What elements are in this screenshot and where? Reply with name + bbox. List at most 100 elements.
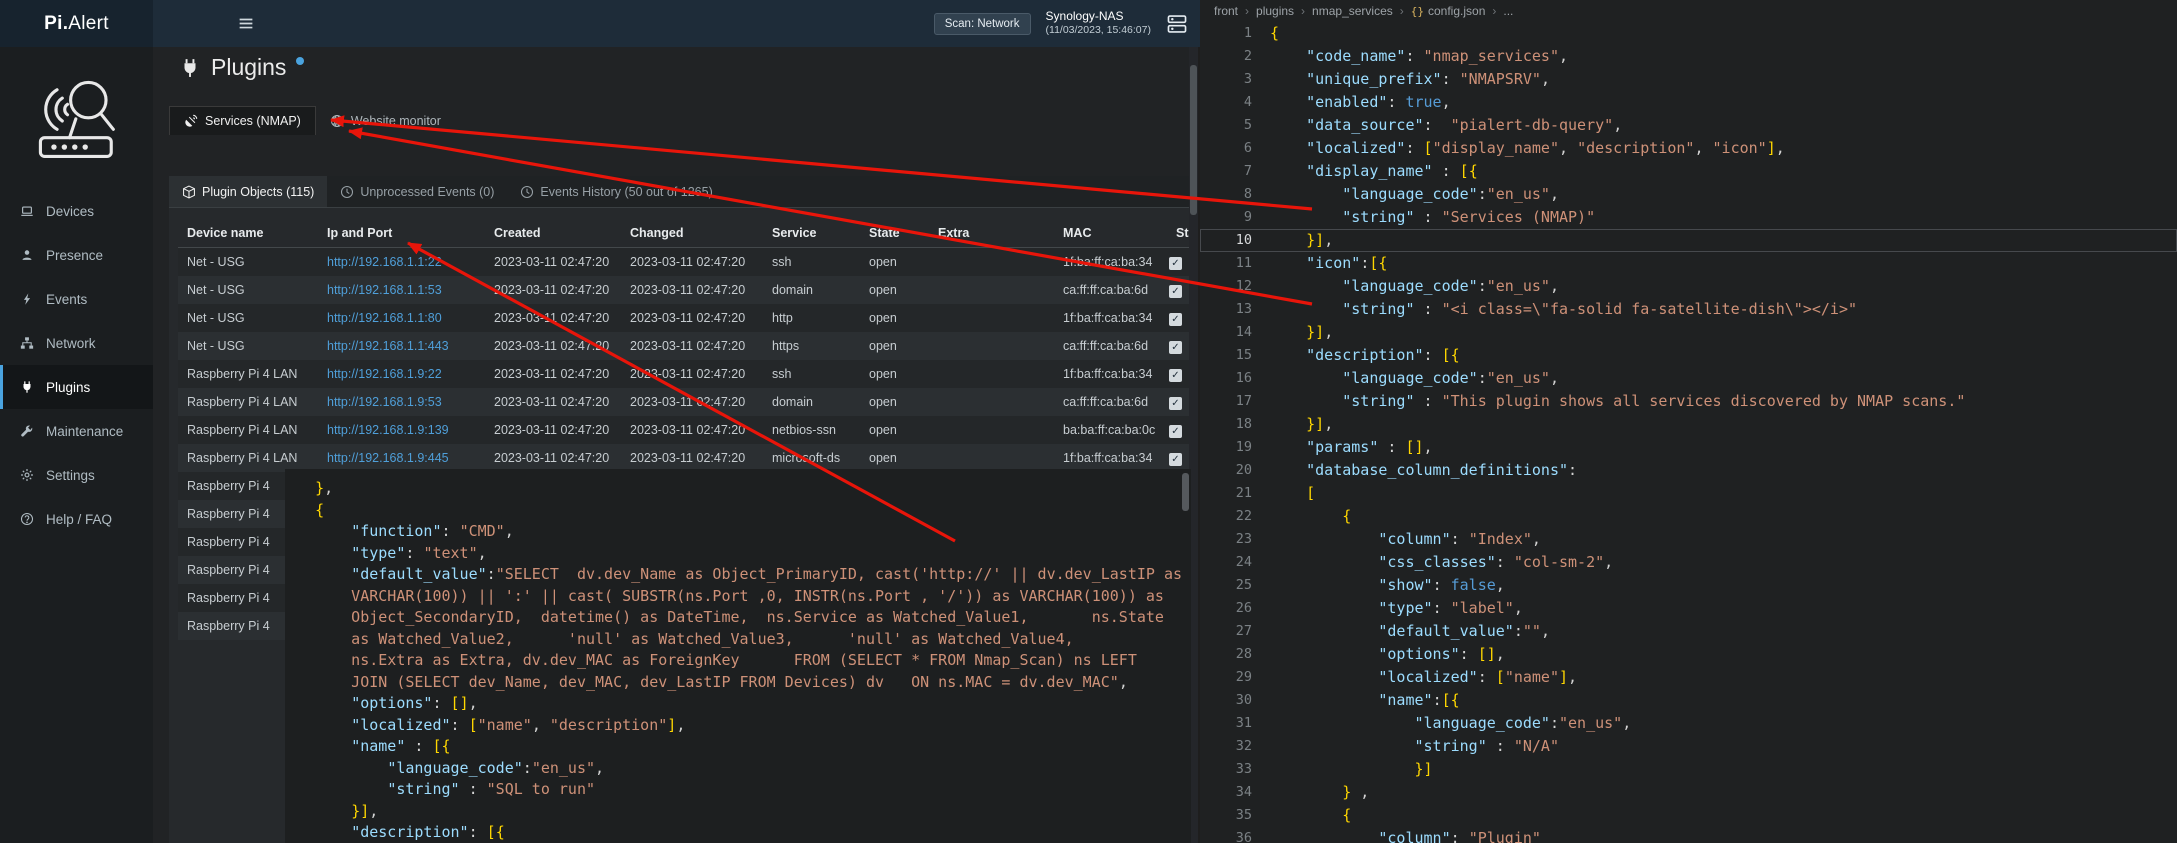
- overlay-code-line: "options": [],: [297, 693, 1182, 715]
- status-checkbox[interactable]: ✓: [1169, 369, 1182, 382]
- editor-line-11[interactable]: 11 "icon":[{: [1200, 252, 2177, 275]
- sidebar-item-events[interactable]: Events: [0, 277, 153, 321]
- tab-services-nmap[interactable]: Services (NMAP): [169, 106, 316, 135]
- editor-line-2[interactable]: 2 "code_name": "nmap_services",: [1200, 45, 2177, 68]
- status-checkbox[interactable]: ✓: [1169, 425, 1182, 438]
- device-port-link[interactable]: http://192.168.1.9:139: [327, 423, 449, 437]
- column-header[interactable]: Ip and Port: [318, 226, 485, 240]
- device-port-link[interactable]: http://192.168.1.1:80: [327, 311, 442, 325]
- editor-line-35[interactable]: 35 {: [1200, 804, 2177, 827]
- status-checkbox[interactable]: ✓: [1169, 397, 1182, 410]
- editor-line-18[interactable]: 18 }],: [1200, 413, 2177, 436]
- cell-created: 2023-03-11 02:47:20: [485, 423, 621, 437]
- editor-line-25[interactable]: 25 "show": false,: [1200, 574, 2177, 597]
- editor-line-16[interactable]: 16 "language_code":"en_us",: [1200, 367, 2177, 390]
- title-info-badge[interactable]: [296, 57, 304, 65]
- editor-line-12[interactable]: 12 "language_code":"en_us",: [1200, 275, 2177, 298]
- editor-line-31[interactable]: 31 "language_code":"en_us",: [1200, 712, 2177, 735]
- editor-line-15[interactable]: 15 "description": [{: [1200, 344, 2177, 367]
- editor-line-23[interactable]: 23 "column": "Index",: [1200, 528, 2177, 551]
- device-port-link[interactable]: http://192.168.1.9:53: [327, 395, 442, 409]
- editor-code-area[interactable]: 1{2 "code_name": "nmap_services",3 "uniq…: [1200, 22, 2177, 843]
- editor-line-24[interactable]: 24 "css_classes": "col-sm-2",: [1200, 551, 2177, 574]
- device-port-link[interactable]: http://192.168.1.9:22: [327, 367, 442, 381]
- editor-line-34[interactable]: 34 } ,: [1200, 781, 2177, 804]
- column-header[interactable]: Device name: [178, 226, 318, 240]
- editor-line-8[interactable]: 8 "language_code":"en_us",: [1200, 183, 2177, 206]
- overlay-code-line: "description": [{: [297, 822, 1182, 843]
- overlay-scrollbar-thumb[interactable]: [1182, 473, 1189, 511]
- editor-line-6[interactable]: 6 "localized": ["display_name", "descrip…: [1200, 137, 2177, 160]
- laptop-icon: [20, 204, 34, 218]
- editor-line-36[interactable]: 36 "column": "Plugin": [1200, 827, 2177, 843]
- subtab-plugin-objects-115[interactable]: Plugin Objects (115): [169, 176, 327, 207]
- editor-line-13[interactable]: 13 "string" : "<i class=\"fa-solid fa-sa…: [1200, 298, 2177, 321]
- column-header[interactable]: Service: [763, 226, 860, 240]
- tab-website-monitor[interactable]: Website monitor: [316, 106, 455, 135]
- editor-line-1[interactable]: 1{: [1200, 22, 2177, 45]
- editor-line-29[interactable]: 29 "localized": ["name"],: [1200, 666, 2177, 689]
- sidebar-item-maintenance[interactable]: Maintenance: [0, 409, 153, 453]
- editor-line-3[interactable]: 3 "unique_prefix": "NMAPSRV",: [1200, 68, 2177, 91]
- editor-line-33[interactable]: 33 }]: [1200, 758, 2177, 781]
- sidebar-item-help-faq[interactable]: Help / FAQ: [0, 497, 153, 541]
- breadcrumb-item-nmap-services[interactable]: nmap_services: [1312, 4, 1393, 18]
- column-header[interactable]: Created: [485, 226, 621, 240]
- editor-line-7[interactable]: 7 "display_name" : [{: [1200, 160, 2177, 183]
- breadcrumb-item-config-json[interactable]: {}config.json: [1411, 4, 1486, 18]
- cell-state: open: [860, 339, 929, 353]
- editor-line-20[interactable]: 20 "database_column_definitions":: [1200, 459, 2177, 482]
- editor-line-10[interactable]: 10 }],: [1200, 229, 2177, 252]
- editor-line-27[interactable]: 27 "default_value":"",: [1200, 620, 2177, 643]
- cell-mac: 1f:ba:ff:ca:ba:34: [1054, 311, 1167, 325]
- status-checkbox[interactable]: ✓: [1169, 453, 1182, 466]
- cell-ip-port: http://192.168.1.9:22: [318, 367, 485, 381]
- device-port-link[interactable]: http://192.168.1.1:53: [327, 283, 442, 297]
- editor-line-5[interactable]: 5 "data_source": "pialert-db-query",: [1200, 114, 2177, 137]
- editor-line-26[interactable]: 26 "type": "label",: [1200, 597, 2177, 620]
- app-logo[interactable]: Pi.Alert: [0, 0, 153, 47]
- cell-changed: 2023-03-11 02:47:20: [621, 367, 763, 381]
- cell-changed: 2023-03-11 02:47:20: [621, 423, 763, 437]
- device-port-link[interactable]: http://192.168.1.1:22: [327, 255, 442, 269]
- breadcrumb-item-front[interactable]: front: [1214, 4, 1238, 18]
- column-header[interactable]: MAC: [1054, 226, 1167, 240]
- cell-ip-port: http://192.168.1.9:53: [318, 395, 485, 409]
- editor-line-4[interactable]: 4 "enabled": true,: [1200, 91, 2177, 114]
- line-number: 31: [1200, 712, 1252, 735]
- editor-line-28[interactable]: 28 "options": [],: [1200, 643, 2177, 666]
- column-header[interactable]: Changed: [621, 226, 763, 240]
- menu-toggle-icon[interactable]: [236, 15, 256, 32]
- sidebar-item-settings[interactable]: Settings: [0, 453, 153, 497]
- editor-line-19[interactable]: 19 "params" : [],: [1200, 436, 2177, 459]
- status-checkbox[interactable]: ✓: [1169, 341, 1182, 354]
- sidebar-item-network[interactable]: Network: [0, 321, 153, 365]
- sidebar-item-plugins[interactable]: Plugins: [0, 365, 153, 409]
- editor-line-22[interactable]: 22 {: [1200, 505, 2177, 528]
- subtab-unprocessed-events-0[interactable]: Unprocessed Events (0): [327, 176, 507, 207]
- breadcrumb-item-more[interactable]: ...: [1503, 4, 1513, 18]
- device-port-link[interactable]: http://192.168.1.1:443: [327, 339, 449, 353]
- status-checkbox[interactable]: ✓: [1169, 285, 1182, 298]
- line-number: 20: [1200, 459, 1252, 482]
- sidebar-item-presence[interactable]: Presence: [0, 233, 153, 277]
- status-checkbox[interactable]: ✓: [1169, 257, 1182, 270]
- device-port-link[interactable]: http://192.168.1.9:445: [327, 451, 449, 465]
- breadcrumb-item-plugins[interactable]: plugins: [1256, 4, 1294, 18]
- editor-line-30[interactable]: 30 "name":[{: [1200, 689, 2177, 712]
- editor-line-21[interactable]: 21 [: [1200, 482, 2177, 505]
- editor-line-32[interactable]: 32 "string" : "N/A": [1200, 735, 2177, 758]
- status-checkbox[interactable]: ✓: [1169, 313, 1182, 326]
- subtab-events-history-50-out-of-1265[interactable]: Events History (50 out of 1265): [507, 176, 725, 207]
- editor-line-9[interactable]: 9 "string" : "Services (NMAP)": [1200, 206, 2177, 229]
- sidebar-item-devices[interactable]: Devices: [0, 189, 153, 233]
- app-scrollbar-thumb[interactable]: [1190, 65, 1197, 215]
- column-header[interactable]: State: [860, 226, 929, 240]
- line-number: 28: [1200, 643, 1252, 666]
- editor-line-17[interactable]: 17 "string" : "This plugin shows all ser…: [1200, 390, 2177, 413]
- editor-line-14[interactable]: 14 }],: [1200, 321, 2177, 344]
- column-header[interactable]: Extra: [929, 226, 1054, 240]
- nas-device-icon[interactable]: [1166, 13, 1188, 35]
- subtab-label: Unprocessed Events (0): [360, 185, 494, 199]
- overlay-code-line: "string" : "SQL to run": [297, 779, 1182, 801]
